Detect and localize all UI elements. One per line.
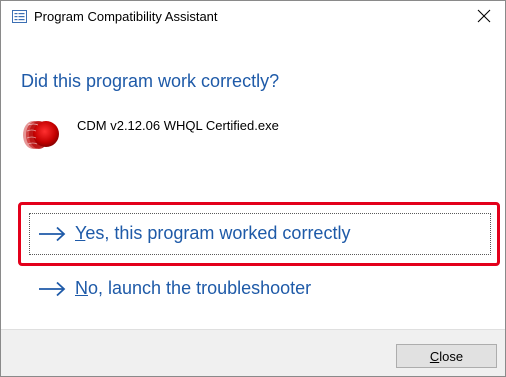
no-option-link[interactable]: No, launch the troubleshooter [37,278,311,299]
program-name: CDM v2.12.06 WHQL Certified.exe [77,118,279,133]
close-label-rest: lose [439,348,464,364]
no-label-rest: o, launch the troubleshooter [88,278,312,298]
arrow-right-icon [39,226,66,241]
title-bar: Program Compatibility Assistant [1,1,505,31]
dialog-heading: Did this program work correctly? [21,71,280,91]
close-icon [477,9,491,23]
yes-label-rest: es, this program worked correctly [85,223,351,243]
window-app-icon [12,10,27,23]
compatibility-dialog: Program Compatibility Assistant Did this… [0,0,506,377]
yes-option-link[interactable]: Yes, this program worked correctly [37,223,350,244]
no-option-label: No, launch the troubleshooter [75,278,311,299]
arrow-right-icon [39,281,66,296]
dialog-footer: Close [1,329,505,376]
window-close-button[interactable] [470,2,498,30]
close-mnemonic: C [429,348,440,364]
no-mnemonic: N [75,278,88,298]
yes-option-label: Yes, this program worked correctly [75,223,350,244]
yes-mnemonic: Y [75,223,86,243]
close-button[interactable]: Close [396,344,497,368]
window-title: Program Compatibility Assistant [34,9,218,24]
red-disc-icon [23,121,59,149]
